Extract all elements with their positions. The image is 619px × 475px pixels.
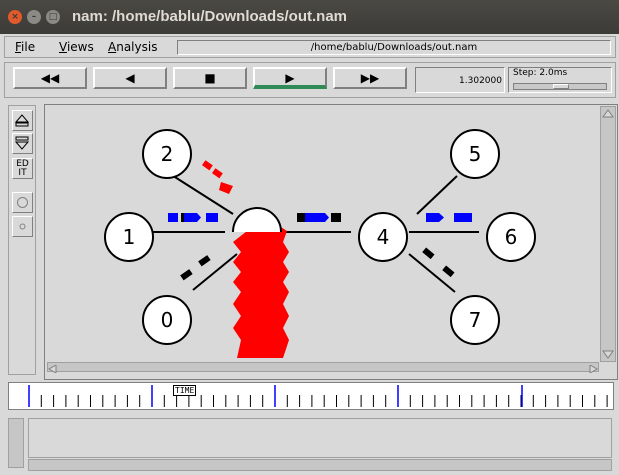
time-marker[interactable]: TIME <box>173 385 197 396</box>
packets-link-1-3 <box>168 213 218 222</box>
stop-button[interactable]: ■ <box>173 67 247 89</box>
annotation-panel <box>28 418 612 458</box>
step-label: Step: 2.0ms <box>513 68 568 78</box>
node-0[interactable]: 0 <box>142 295 192 345</box>
close-icon[interactable]: × <box>8 10 22 24</box>
vertical-scrollbar[interactable] <box>600 106 616 362</box>
file-path-display: /home/bablu/Downloads/out.nam <box>177 40 611 55</box>
bottom-horizontal-scrollbar[interactable] <box>28 459 612 471</box>
step-control: Step: 2.0ms <box>508 67 612 93</box>
node-label: 5 <box>469 142 482 166</box>
node-2[interactable]: 2 <box>142 129 192 179</box>
left-toolbar: ED IT <box>8 105 36 375</box>
title-bar: × – □ nam: /home/bablu/Downloads/out.nam <box>0 0 619 34</box>
node-label: 2 <box>161 142 174 166</box>
menu-bar: File Views Analysis /home/bablu/Download… <box>4 36 616 58</box>
node-1[interactable]: 1 <box>104 212 154 262</box>
node-label: 1 <box>123 225 136 249</box>
menu-file[interactable]: File <box>15 40 35 54</box>
step-slider-knob[interactable] <box>553 84 569 89</box>
node-7[interactable]: 7 <box>450 295 500 345</box>
horizontal-scrollbar[interactable] <box>47 362 599 374</box>
minimize-icon[interactable]: – <box>27 10 41 24</box>
play-button[interactable]: ▶ <box>253 67 327 89</box>
red-queue <box>233 218 289 358</box>
maximize-icon[interactable]: □ <box>46 10 60 24</box>
radio-large-icon[interactable] <box>12 192 33 213</box>
radio-small-icon[interactable] <box>12 216 33 237</box>
bottom-left-scrollbar[interactable] <box>8 418 24 468</box>
window-title: nam: /home/bablu/Downloads/out.nam <box>72 8 348 25</box>
zoom-in-icon[interactable] <box>12 110 33 131</box>
node-label: 7 <box>469 308 482 332</box>
transport-bar: ◀◀ ◀ ■ ▶ ▶▶ 1.302000 Step: 2.0ms <box>4 62 616 98</box>
time-display: 1.302000 <box>415 67 505 93</box>
timeline-ticks <box>28 385 608 407</box>
menu-views[interactable]: Views <box>59 40 94 54</box>
edit-button[interactable]: ED IT <box>12 158 33 179</box>
step-slider[interactable] <box>513 83 607 90</box>
node-label: 0 <box>161 308 174 332</box>
node-label: 4 <box>377 225 390 249</box>
menu-analysis[interactable]: Analysis <box>108 40 157 54</box>
node-label: 6 <box>505 225 518 249</box>
zoom-out-icon[interactable] <box>12 133 33 154</box>
fast-forward-button[interactable]: ▶▶ <box>333 67 407 89</box>
node-5[interactable]: 5 <box>450 129 500 179</box>
packets-link-3-4 <box>297 213 341 222</box>
rewind-button[interactable]: ◀◀ <box>13 67 87 89</box>
node-6[interactable]: 6 <box>486 212 536 262</box>
network-canvas[interactable]: 2 1 0 4 5 6 7 <box>47 106 599 362</box>
node-4[interactable]: 4 <box>358 212 408 262</box>
timeline[interactable]: TIME <box>8 382 614 410</box>
step-back-button[interactable]: ◀ <box>93 67 167 89</box>
